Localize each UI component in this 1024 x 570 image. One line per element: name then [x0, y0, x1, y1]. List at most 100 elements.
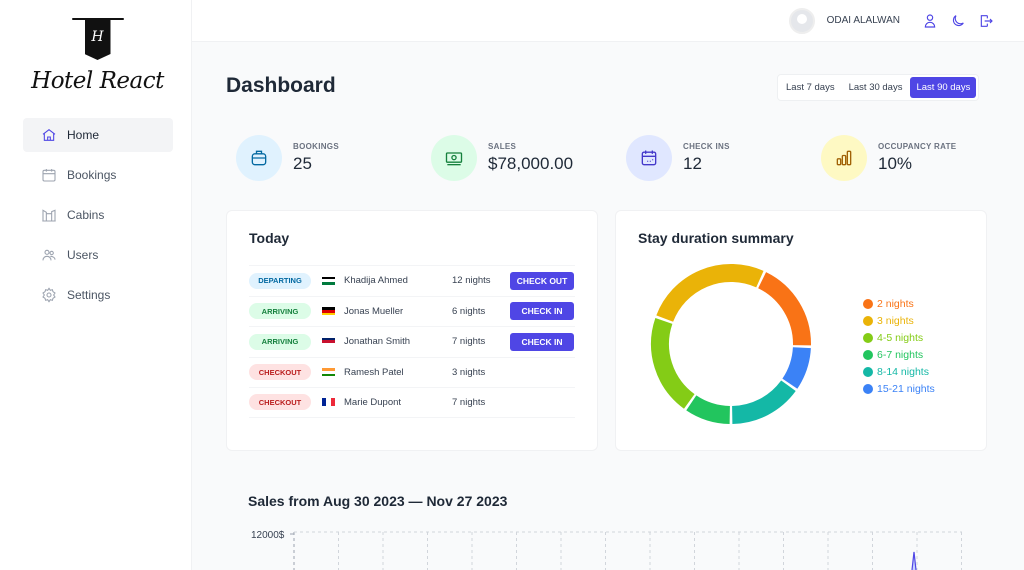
calendar-icon: [42, 169, 56, 182]
logout-icon[interactable]: [978, 13, 994, 29]
today-row: DEPARTING Khadija Ahmed 12 nights CHECK OUT: [249, 265, 575, 296]
legend-item: 8-14 nights: [863, 363, 935, 380]
y-tick-label: 12000$: [251, 530, 285, 541]
check-in-button[interactable]: CHECK IN: [510, 332, 574, 351]
gear-icon: [42, 287, 56, 303]
sidebar-item-settings[interactable]: Settings: [23, 278, 173, 312]
logo-banner: H: [84, 20, 111, 60]
stat-label: SALES: [488, 142, 517, 151]
today-card: Today DEPARTING Khadija Ahmed 12 nights CHE…: [226, 210, 598, 451]
legend-label: 4-5 nights: [877, 331, 924, 344]
legend-label: 15-21 nights: [877, 382, 935, 395]
logo-text: Hotel React: [31, 68, 164, 94]
page-title: Dashboard: [226, 74, 336, 97]
user-name: ODAI ALALWAN: [826, 15, 900, 26]
stat-check-ins: CHECK INS 12: [626, 135, 730, 181]
guest-name: Jonathan Smith: [344, 336, 411, 348]
calendar-icon: [641, 150, 657, 166]
today-row: ARRIVING Jonas Mueller 6 nights CHECK IN: [249, 295, 575, 327]
flag-icon: [322, 276, 335, 285]
nights: 6 nights: [452, 305, 486, 317]
donut-slice-6-7-nights[interactable]: [686, 395, 731, 424]
cabins-icon: [42, 209, 56, 222]
nights: 3 nights: [452, 366, 486, 378]
user-icon[interactable]: [922, 13, 938, 29]
legend-swatch: [863, 315, 873, 326]
moon-icon[interactable]: [950, 13, 966, 29]
legend-label: 3 nights: [877, 314, 914, 327]
stay-duration-card: Stay duration summary 2 nights 3 nights 4-…: [615, 210, 987, 451]
flag-icon: [322, 398, 335, 407]
briefcase-icon: [251, 150, 267, 166]
status-badge: CHECKOUT: [249, 394, 311, 411]
legend-item: 15-21 nights: [863, 380, 935, 397]
sidebar-item-label: Cabins: [67, 208, 105, 222]
donut-slice-2-nights[interactable]: [757, 272, 811, 346]
chart-legend: 2 nights 3 nights 4-5 nights 6-7 nights 8-14…: [863, 295, 935, 397]
check-in-button[interactable]: CHECK IN: [510, 302, 574, 321]
stat-value: $78,000.00: [488, 154, 574, 173]
legend-label: 6-7 nights: [877, 348, 924, 361]
top-header: ODAI ALALWAN: [192, 0, 1024, 42]
stat-sales: SALES $78,000.00: [431, 135, 573, 181]
banknotes-icon: [445, 152, 463, 166]
stat-label: OCCUPANCY RATE: [878, 142, 957, 151]
home-icon: [42, 128, 56, 141]
filter-last-7-days[interactable]: Last 7 days: [780, 77, 841, 98]
donut-slice-3-nights[interactable]: [656, 264, 764, 323]
check-out-button[interactable]: CHECK OUT: [510, 271, 574, 290]
stat-label: CHECK INS: [683, 142, 730, 151]
filter-last-30-days[interactable]: Last 30 days: [843, 77, 909, 98]
today-title: Today: [249, 230, 290, 246]
flag-icon: [322, 368, 335, 377]
nights: 7 nights: [452, 396, 486, 408]
nights: 7 nights: [452, 336, 486, 348]
stat-value: 10%: [878, 154, 913, 173]
stat-value: 25: [293, 154, 312, 173]
filter-last-90-days[interactable]: Last 90 days: [910, 77, 977, 98]
legend-label: 8-14 nights: [877, 365, 929, 378]
status-badge: ARRIVING: [249, 333, 311, 350]
sidebar-item-label: Settings: [67, 288, 111, 302]
status-badge: CHECKOUT: [249, 364, 311, 381]
guest-name: Khadija Ahmed: [344, 275, 408, 287]
stat-label: BOOKINGS: [293, 142, 339, 151]
guest-name: Ramesh Patel: [344, 366, 404, 378]
legend-label: 2 nights: [877, 297, 914, 310]
donut-slice-8-14-nights[interactable]: [731, 380, 796, 424]
today-row: CHECKOUT Marie Dupont 7 nights: [249, 387, 575, 418]
users-icon: [42, 249, 56, 261]
stat-value: 12: [683, 154, 702, 173]
date-filter: Last 7 days Last 30 days Last 90 days: [777, 74, 980, 101]
guest-name: Jonas Mueller: [344, 305, 404, 317]
flag-icon: [322, 337, 335, 346]
sales-chart-title: Sales from Aug 30 2023 — Nov 27 2023: [248, 493, 508, 509]
sidebar-item-bookings[interactable]: Bookings: [23, 158, 173, 192]
logo[interactable]: H Hotel React: [30, 18, 165, 94]
sidebar-item-label: Home: [67, 128, 100, 142]
sidebar-item-users[interactable]: Users: [23, 238, 173, 272]
sidebar-item-label: Users: [67, 248, 99, 262]
donut-slice-4-5-nights[interactable]: [651, 317, 695, 409]
status-badge: ARRIVING: [249, 303, 311, 320]
legend-item: 3 nights: [863, 312, 935, 329]
legend-swatch: [863, 298, 873, 309]
guest-name: Marie Dupont: [344, 396, 402, 408]
legend-item: 2 nights: [863, 295, 935, 312]
chart-bar-icon: [836, 150, 852, 166]
sidebar-item-cabins[interactable]: Cabins: [23, 198, 173, 232]
legend-item: 4-5 nights: [863, 329, 935, 346]
nights: 12 nights: [452, 275, 491, 287]
stat-occupancy: OCCUPANCY RATE 10%: [821, 135, 956, 181]
legend-swatch: [863, 366, 873, 377]
donut-slice-15-21-nights[interactable]: [782, 346, 811, 389]
sidebar-nav: Home Bookings Cabins Users Settings: [23, 118, 173, 318]
today-row: ARRIVING Jonathan Smith 7 nights CHECK IN: [249, 326, 575, 357]
stat-bookings: BOOKINGS 25: [236, 135, 339, 181]
sidebar-item-home[interactable]: Home: [23, 118, 173, 152]
legend-item: 6-7 nights: [863, 346, 935, 363]
legend-swatch: [863, 332, 873, 343]
sidebar-item-label: Bookings: [67, 168, 117, 182]
status-badge: DEPARTING: [249, 272, 311, 289]
avatar[interactable]: [788, 7, 815, 34]
